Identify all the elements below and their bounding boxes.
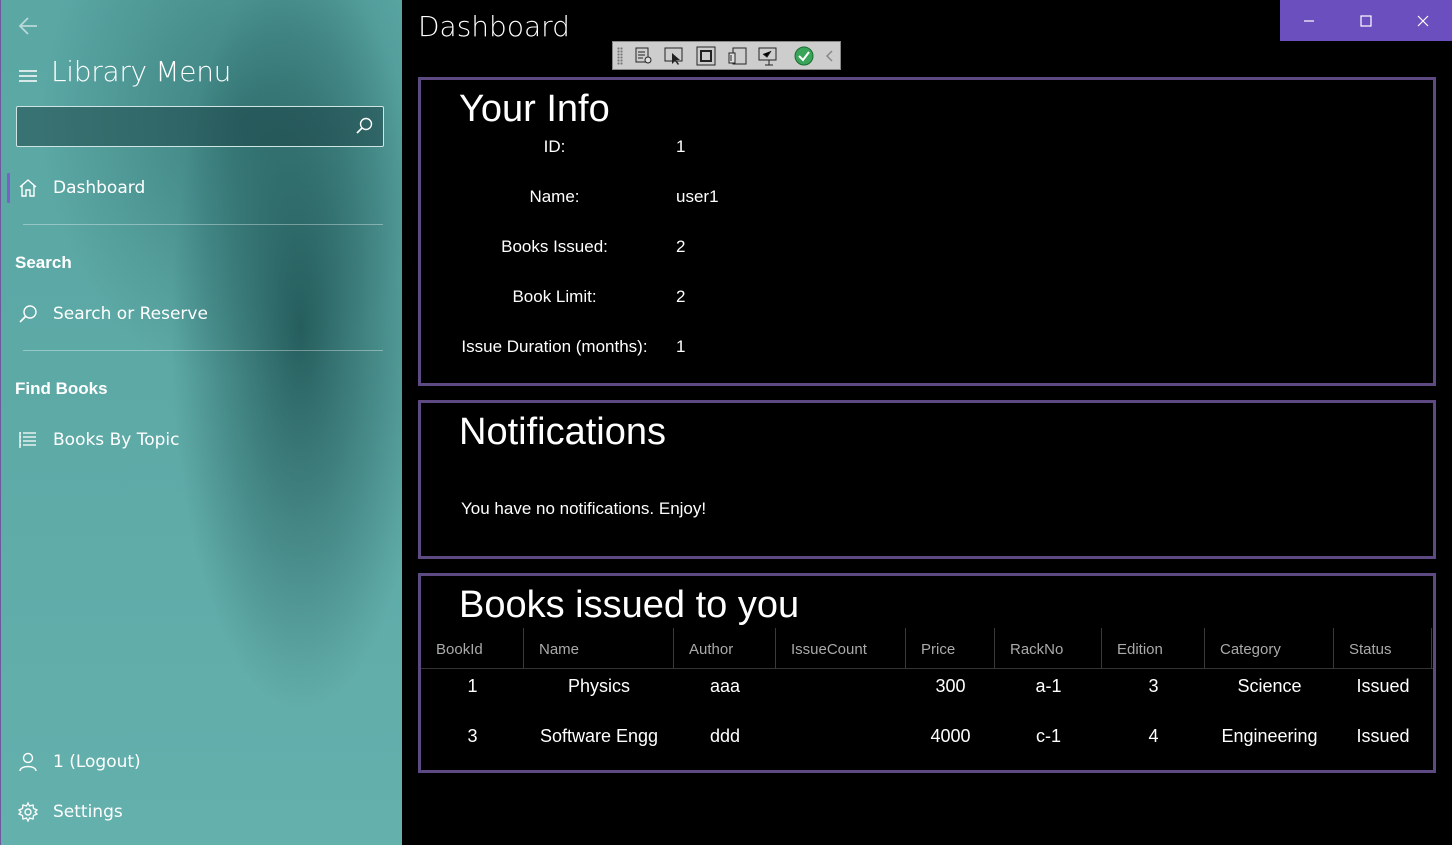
nav-header-find-books: Find Books xyxy=(15,379,108,398)
minimize-button[interactable] xyxy=(1280,0,1337,41)
info-row-books-issued: Books Issued: 2 xyxy=(421,237,1021,261)
display-layout-adorners-icon[interactable] xyxy=(695,45,717,67)
close-button[interactable] xyxy=(1394,0,1451,41)
cell-name: Software Engg xyxy=(539,726,659,746)
info-row-id: ID: 1 xyxy=(421,137,1021,161)
notification-message: You have no notifications. Enjoy! xyxy=(461,499,707,518)
nav-item-settings[interactable]: Settings xyxy=(1,792,401,832)
selection-indicator xyxy=(7,173,10,203)
nav-item-books-by-topic[interactable]: Books By Topic xyxy=(1,420,401,460)
info-value: 1 xyxy=(676,337,686,356)
navigation-pane: Library Menu Dashboard Search Search or … xyxy=(0,0,402,845)
toggle-performance-icon[interactable] xyxy=(757,45,779,67)
notifications-panel: Notifications You have no notifications.… xyxy=(418,400,1436,559)
cell-bookid: 1 xyxy=(467,676,478,696)
cell-price: 300 xyxy=(935,676,966,696)
panel-title: Your Info xyxy=(459,88,610,130)
close-icon xyxy=(1417,15,1428,26)
cell-edition: 4 xyxy=(1148,726,1159,746)
search-icon xyxy=(19,305,37,323)
select-element-icon[interactable] xyxy=(663,45,685,67)
list-icon xyxy=(19,432,36,448)
column-header-category[interactable]: Category xyxy=(1205,628,1334,669)
info-label: Name: xyxy=(529,187,580,206)
nav-item-label: 1 (Logout) xyxy=(53,752,141,772)
cell-status: Issued xyxy=(1356,726,1410,746)
search-box[interactable] xyxy=(16,106,384,147)
search-input[interactable] xyxy=(17,107,347,146)
maximize-button[interactable] xyxy=(1337,0,1394,41)
your-info-panel: Your Info ID: 1 Name: user1 Books Issued… xyxy=(418,77,1436,386)
nav-item-label: Books By Topic xyxy=(53,430,180,450)
cell-price: 4000 xyxy=(930,726,971,746)
home-icon xyxy=(19,179,37,197)
cell-rackno: c-1 xyxy=(1035,726,1061,746)
cell-author: aaa xyxy=(709,676,741,696)
table-row[interactable]: 1 Physics aaa 300 a-1 3 Science Issued xyxy=(421,671,1433,721)
info-value: user1 xyxy=(676,187,719,206)
info-value: 2 xyxy=(676,237,686,256)
info-value: 2 xyxy=(676,287,686,306)
track-focus-icon[interactable] xyxy=(727,45,749,67)
cell-rackno: a-1 xyxy=(1035,676,1062,696)
minimize-icon xyxy=(1303,19,1314,22)
books-issued-panel: Books issued to you BookId Name Author I… xyxy=(418,573,1436,773)
debug-toolbar xyxy=(612,41,841,70)
info-row-name: Name: user1 xyxy=(421,187,1021,211)
divider xyxy=(23,350,383,351)
main-content: Dashboard Your Info ID: 1 Name: user1 Bo… xyxy=(402,0,1452,845)
info-value: 1 xyxy=(676,137,686,156)
back-arrow-icon[interactable] xyxy=(15,12,43,40)
maximize-icon xyxy=(1359,14,1372,27)
hamburger-menu-icon[interactable] xyxy=(18,68,38,84)
collapse-chevron-icon[interactable] xyxy=(819,45,841,67)
column-header-name[interactable]: Name xyxy=(524,628,674,669)
column-header-issuecount[interactable]: IssueCount xyxy=(776,628,906,669)
gear-icon xyxy=(17,801,39,823)
column-header-edition[interactable]: Edition xyxy=(1102,628,1205,669)
books-grid-header: BookId Name Author IssueCount Price Rack… xyxy=(421,628,1433,669)
column-header-price[interactable]: Price xyxy=(906,628,995,669)
cell-issuecount xyxy=(776,671,906,721)
nav-item-label: Search or Reserve xyxy=(53,304,208,324)
column-header-bookid[interactable]: BookId xyxy=(421,628,524,669)
divider xyxy=(23,224,383,225)
column-header-status[interactable]: Status xyxy=(1334,628,1432,669)
info-label: ID: xyxy=(543,137,566,156)
cell-category: Science xyxy=(1237,676,1302,696)
check-icon[interactable] xyxy=(793,45,815,67)
sidebar-title: Library Menu xyxy=(51,55,232,88)
nav-item-logout[interactable]: 1 (Logout) xyxy=(1,742,401,782)
cell-status: Issued xyxy=(1356,676,1410,696)
nav-item-search-or-reserve[interactable]: Search or Reserve xyxy=(1,294,401,334)
info-label: Book Limit: xyxy=(512,287,597,306)
column-header-rackno[interactable]: RackNo xyxy=(995,628,1102,669)
column-header-author[interactable]: Author xyxy=(674,628,776,669)
panel-title: Notifications xyxy=(459,411,666,453)
page-title: Dashboard xyxy=(418,10,570,43)
cell-author: ddd xyxy=(709,726,741,746)
cell-issuecount xyxy=(776,721,906,771)
info-row-issue-duration: Issue Duration (months): 1 xyxy=(421,337,1021,361)
cell-category: Engineering xyxy=(1221,726,1318,746)
nav-item-label: Settings xyxy=(53,802,123,822)
person-icon xyxy=(19,752,37,772)
cell-name: Physics xyxy=(567,676,630,696)
window-controls xyxy=(1280,0,1452,41)
nav-item-label: Dashboard xyxy=(53,178,146,198)
search-icon[interactable] xyxy=(355,117,373,135)
nav-header-search: Search xyxy=(15,253,72,272)
info-label: Issue Duration (months): xyxy=(461,337,648,356)
drag-handle[interactable] xyxy=(617,47,623,65)
info-row-book-limit: Book Limit: 2 xyxy=(421,287,1021,311)
nav-item-dashboard[interactable]: Dashboard xyxy=(1,168,401,208)
info-label: Books Issued: xyxy=(501,237,608,256)
cell-bookid: 3 xyxy=(467,726,478,746)
panel-title: Books issued to you xyxy=(459,584,800,626)
cell-edition: 3 xyxy=(1148,676,1159,696)
table-row[interactable]: 3 Software Engg ddd 4000 c-1 4 Engineeri… xyxy=(421,721,1433,771)
live-visual-tree-icon[interactable] xyxy=(633,45,655,67)
